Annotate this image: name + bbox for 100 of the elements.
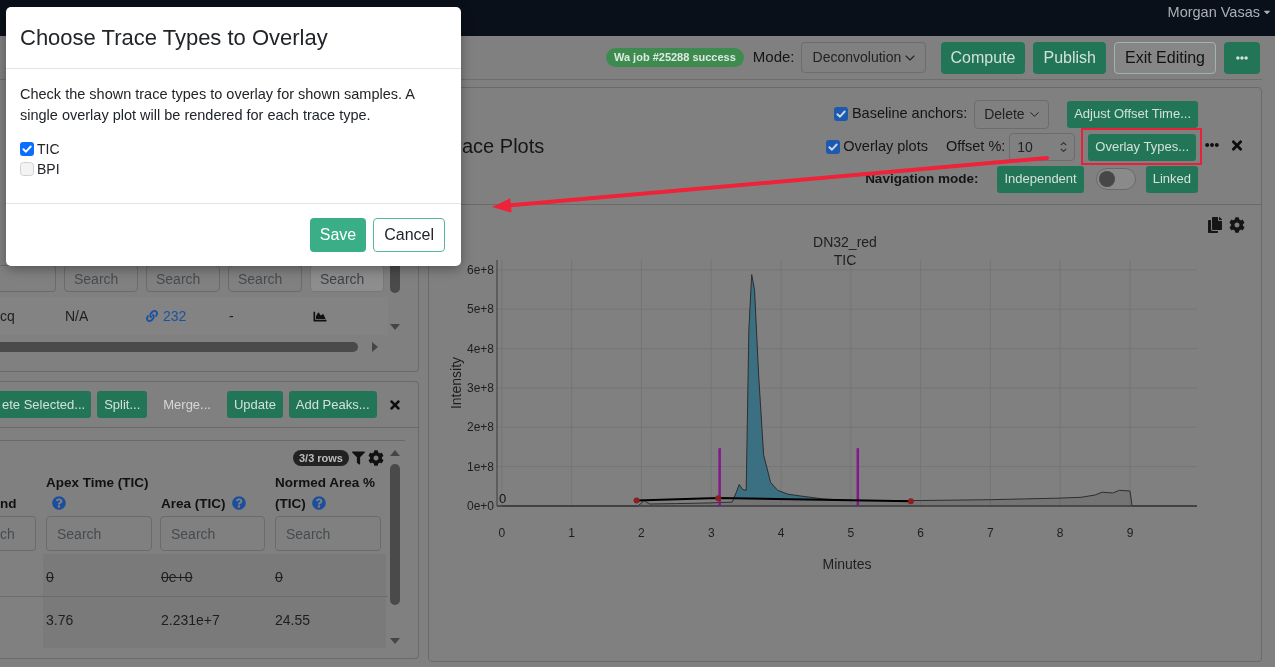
action-button[interactable]: Update [226, 391, 283, 418]
x-tick-label: 4 [777, 526, 785, 540]
x-tick-label: 2 [638, 526, 645, 540]
settings-icon[interactable] [368, 450, 384, 466]
table-cell-text: cq [0, 306, 15, 326]
modal-description: Check the shown trace types to overlay for shown samples. A single overlay plot will be rendered for each trace type. [20, 85, 416, 125]
adjust-offset-button[interactable]: Adjust Offset Time... [1067, 100, 1198, 128]
row-count-badge: 3/3 rows [292, 450, 349, 466]
y-axis-title: Intensity [448, 356, 464, 410]
scrollbar-thumb[interactable] [0, 342, 358, 352]
column-header: nd [0, 496, 17, 511]
toolbar-button[interactable]: Publish [1033, 41, 1106, 74]
x-tick-label: 6 [917, 526, 924, 540]
search-field[interactable]: Search [64, 265, 138, 292]
chart-title: DN32_red [813, 234, 877, 250]
y-tick-label: 6e+8 [466, 262, 494, 277]
checkbox-label: Overlay plots [843, 137, 928, 157]
linked-button[interactable]: Linked [1145, 165, 1198, 193]
link-icon [146, 310, 158, 322]
modal-title: Choose Trace Types to Overlay [20, 23, 328, 52]
toolbar-button[interactable]: Compute [940, 41, 1026, 74]
toggle-switch[interactable] [1095, 168, 1136, 190]
chart-subtitle: TIC [833, 252, 857, 268]
scroll-right-icon[interactable] [372, 342, 378, 352]
copy-icon[interactable] [1208, 217, 1222, 233]
x-tick-label: 3 [707, 526, 715, 540]
mode-label: Mode: [752, 47, 795, 68]
checkbox[interactable] [833, 107, 848, 121]
table-cell: 0e+0 [161, 569, 193, 585]
user-menu[interactable]: Morgan Vasas [1167, 2, 1272, 22]
search-field[interactable]: Search [228, 265, 302, 292]
checkbox-label: Baseline anchors: [851, 104, 968, 124]
option-label: TIC [37, 139, 60, 159]
table-cell-text: N/A [64, 306, 89, 326]
table-cell: 0 [275, 569, 283, 585]
search-field[interactable]: Search [160, 516, 265, 551]
column-header: Area (TIC) [161, 496, 226, 511]
mode-select[interactable]: Deconvolution [800, 42, 926, 73]
x-tick-label: 9 [1126, 526, 1134, 540]
filter-icon[interactable] [352, 451, 365, 465]
area-chart-icon[interactable] [313, 309, 327, 323]
option-label: BPI [37, 159, 60, 179]
offset-field[interactable]: 10 [1009, 133, 1076, 161]
anchor-action-select[interactable]: Delete [974, 99, 1050, 129]
peak-marker [856, 448, 860, 506]
column-header: Normed Area % [275, 474, 376, 492]
search-field[interactable]: Search [146, 265, 220, 292]
anchor-point[interactable] [633, 497, 640, 504]
action-button[interactable]: Add Peaks... [288, 391, 377, 418]
y-tick-label: 3e+8 [466, 380, 494, 395]
x-tick-label: 5 [847, 526, 855, 540]
job-status-badge: Wa job #25288 success [605, 48, 744, 67]
panel-title: ace Plots [462, 135, 545, 157]
close-icon[interactable] [388, 397, 401, 412]
scroll-down-icon[interactable] [390, 638, 400, 644]
table-cell: 0 [46, 569, 54, 585]
scrollbar-thumb[interactable] [390, 265, 400, 293]
search-field[interactable] [0, 265, 56, 292]
table-cell: 24.55 [275, 612, 311, 628]
checkbox[interactable] [20, 162, 34, 176]
x-tick-label: 1 [568, 526, 575, 540]
action-button[interactable]: ete Selected... [0, 391, 92, 418]
navigation-mode-label: Navigation mode: [865, 169, 979, 188]
toolbar-button[interactable]: Exit Editing [1113, 41, 1216, 74]
independent-button[interactable]: Independent [997, 165, 1084, 193]
checkbox[interactable] [826, 140, 841, 154]
anchor-point[interactable] [715, 495, 722, 502]
y-tick-label: 0e+0 [466, 499, 494, 513]
more-button[interactable] [1224, 41, 1260, 74]
y-tick-label: 2e+8 [466, 420, 494, 435]
table-cell: 3.76 [46, 612, 74, 628]
cancel-button[interactable]: Cancel [373, 218, 445, 252]
search-field[interactable]: ch [0, 516, 36, 551]
y-tick-label: 5e+8 [466, 302, 494, 317]
close-icon[interactable] [1230, 137, 1244, 153]
y-tick-label: 1e+8 [466, 459, 494, 474]
scroll-up-icon[interactable] [390, 450, 400, 456]
save-button[interactable]: Save [309, 218, 367, 252]
search-field[interactable]: Search [46, 516, 152, 551]
action-button[interactable]: Split... [97, 391, 148, 418]
scrollbar-thumb[interactable] [390, 464, 400, 605]
data-label: 0 [498, 491, 507, 506]
table-cell: 2.231e+7 [161, 612, 220, 628]
x-axis-title: Minutes [822, 556, 872, 572]
x-tick-label: 7 [987, 526, 994, 540]
anchor-point[interactable] [907, 498, 914, 505]
checkbox[interactable] [20, 142, 34, 156]
x-tick-label: 0 [498, 526, 506, 540]
overlay-types-button[interactable]: Overlay Types... [1088, 133, 1196, 161]
y-tick-label: 4e+8 [466, 341, 494, 356]
spinner-icon[interactable] [1060, 141, 1068, 153]
x-tick-label: 8 [1056, 526, 1064, 540]
column-header: Apex Time (TIC) [46, 475, 149, 490]
offset-label: Offset %: [945, 137, 1006, 157]
peak-marker [718, 448, 721, 506]
settings-icon[interactable] [1229, 217, 1245, 233]
search-field[interactable]: Search [275, 516, 381, 551]
table-cell-text: - [228, 306, 234, 326]
column-header: (TIC) [275, 496, 306, 511]
scroll-down-icon[interactable] [390, 324, 400, 330]
